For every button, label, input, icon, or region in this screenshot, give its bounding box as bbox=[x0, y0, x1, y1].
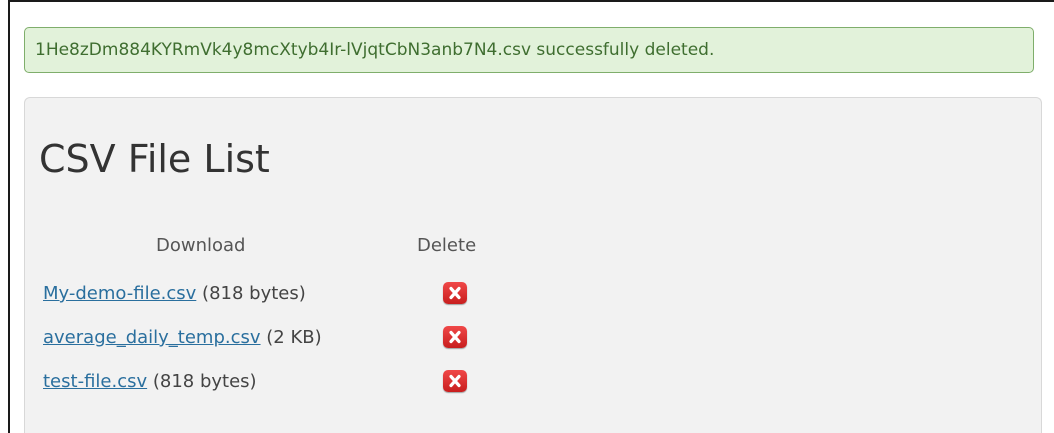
delete-file-button[interactable] bbox=[443, 326, 467, 348]
download-column-header: Download bbox=[156, 235, 246, 256]
page-title: CSV File List bbox=[39, 137, 270, 181]
delete-file-button[interactable] bbox=[443, 282, 467, 304]
file-row: My-demo-file.csv (818 bytes) bbox=[43, 279, 523, 309]
file-cell: test-file.csv (818 bytes) bbox=[43, 367, 257, 397]
file-row: test-file.csv (818 bytes) bbox=[43, 367, 523, 397]
delete-x-icon bbox=[449, 374, 461, 388]
csv-file-list-panel: CSV File List Download Delete My-demo-fi… bbox=[24, 97, 1042, 433]
success-alert: 1He8zDm884KYRmVk4y8mcXtyb4Ir-lVjqtCbN3an… bbox=[24, 27, 1034, 73]
delete-x-icon bbox=[449, 286, 461, 300]
file-download-link[interactable]: test-file.csv bbox=[43, 371, 147, 392]
delete-column-header: Delete bbox=[417, 235, 477, 256]
file-download-link[interactable]: My-demo-file.csv bbox=[43, 283, 196, 304]
top-border bbox=[8, 0, 1054, 2]
file-size: (818 bytes) bbox=[202, 283, 306, 304]
delete-file-button[interactable] bbox=[443, 370, 467, 392]
delete-x-icon bbox=[449, 330, 461, 344]
file-row: average_daily_temp.csv (2 KB) bbox=[43, 323, 523, 353]
file-cell: average_daily_temp.csv (2 KB) bbox=[43, 323, 322, 353]
file-size: (818 bytes) bbox=[152, 371, 257, 392]
file-size: (2 KB) bbox=[266, 327, 322, 348]
file-cell: My-demo-file.csv (818 bytes) bbox=[43, 279, 306, 309]
file-download-link[interactable]: average_daily_temp.csv bbox=[43, 327, 261, 348]
